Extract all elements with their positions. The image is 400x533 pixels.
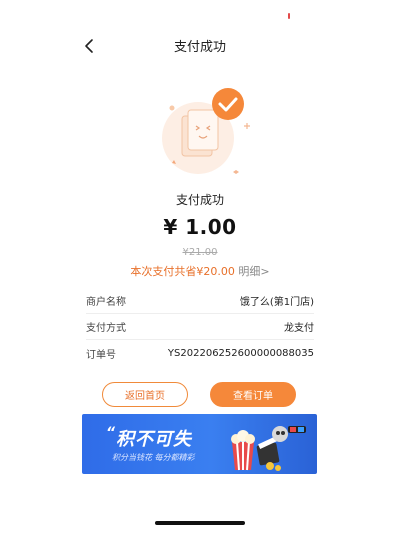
banner-title: “积不可失 — [106, 425, 192, 451]
info-row-payment-method: 支付方式 龙支付 — [86, 314, 314, 340]
banner-title-text: 积不可失 — [116, 429, 193, 450]
saving-summary: 本次支付共省¥20.00 明细> — [0, 263, 400, 279]
info-key: 商户名称 — [86, 297, 126, 308]
success-label: 支付成功 — [175, 193, 224, 207]
paid-amount: ¥ 1.00 — [163, 215, 237, 239]
info-row-order-number: 订单号 YS20220625260000008803​5 — [86, 340, 314, 366]
status-indicator — [288, 13, 290, 19]
promo-banner[interactable]: “积不可失 积分当钱花 每分都精彩 — [82, 414, 317, 474]
home-indicator — [155, 521, 245, 525]
info-key: 订单号 — [86, 349, 116, 361]
original-price: ¥21.00 — [182, 247, 218, 258]
info-row-merchant: 商户名称 饿了么(第1门店) — [86, 288, 314, 314]
payment-success-illustration — [158, 86, 254, 182]
banner-subtitle: 积分当钱花 每分都精彩 — [112, 453, 195, 462]
popcorn-icon — [231, 426, 306, 471]
banner-quote: “ — [106, 425, 117, 441]
order-info-table: 商户名称 饿了么(第1门店) 支付方式 龙支付 订单号 YS2022062526… — [86, 288, 314, 366]
page-title: 支付成功 — [173, 40, 226, 55]
back-to-home-button[interactable]: 返回首页 — [102, 382, 188, 407]
info-key: 支付方式 — [86, 323, 126, 334]
info-value: 龙支付 — [284, 323, 314, 334]
view-order-button[interactable]: 查看订单 — [210, 382, 296, 407]
saving-text: 本次支付共省¥20.00 — [130, 265, 235, 278]
info-value: 饿了么(第1门店) — [239, 297, 314, 308]
info-value: YS20220625260000008803​5 — [167, 347, 314, 359]
saving-detail-link[interactable]: 明细> — [238, 265, 269, 278]
